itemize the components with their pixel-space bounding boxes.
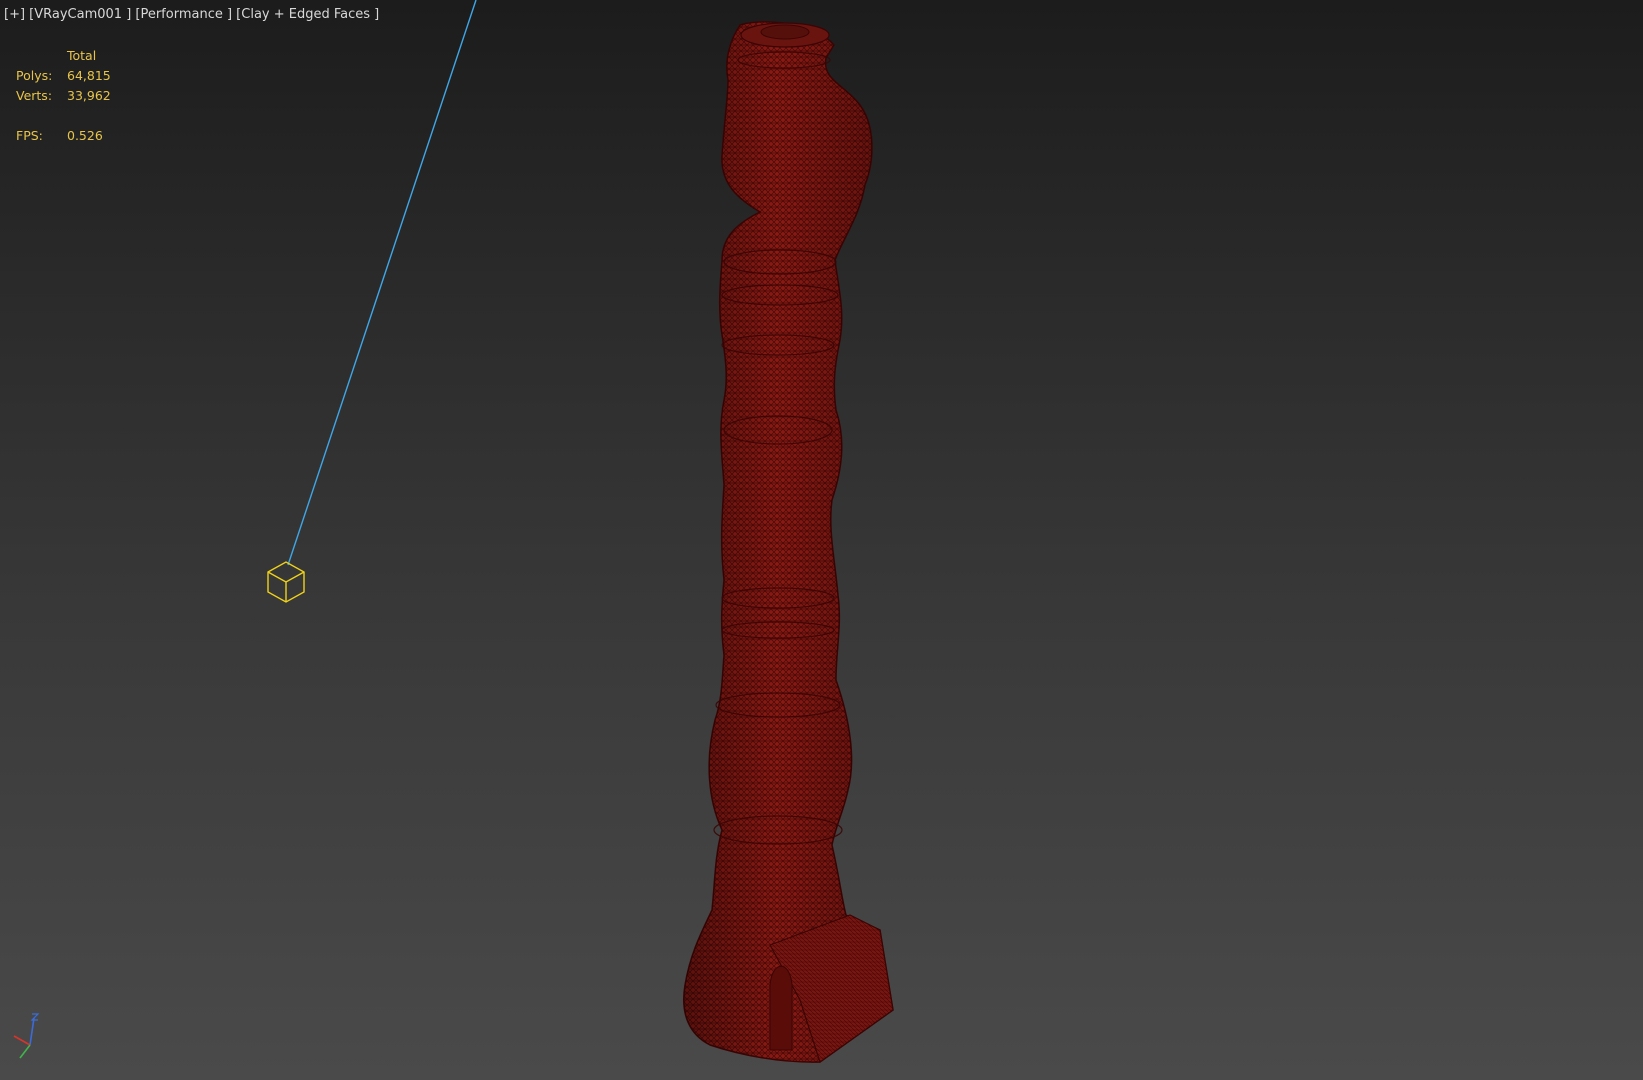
camera-target-cube-icon[interactable]	[267, 561, 305, 603]
3d-viewport[interactable]: [+] [VRayCam001 ] [Performance ] [Clay +…	[0, 0, 1643, 1080]
robot-arm-mesh[interactable]	[683, 21, 894, 1063]
xyz-axis-icon	[13, 1013, 40, 1059]
camera-target-line	[287, 0, 477, 566]
scene-canvas[interactable]	[0, 0, 1643, 1080]
